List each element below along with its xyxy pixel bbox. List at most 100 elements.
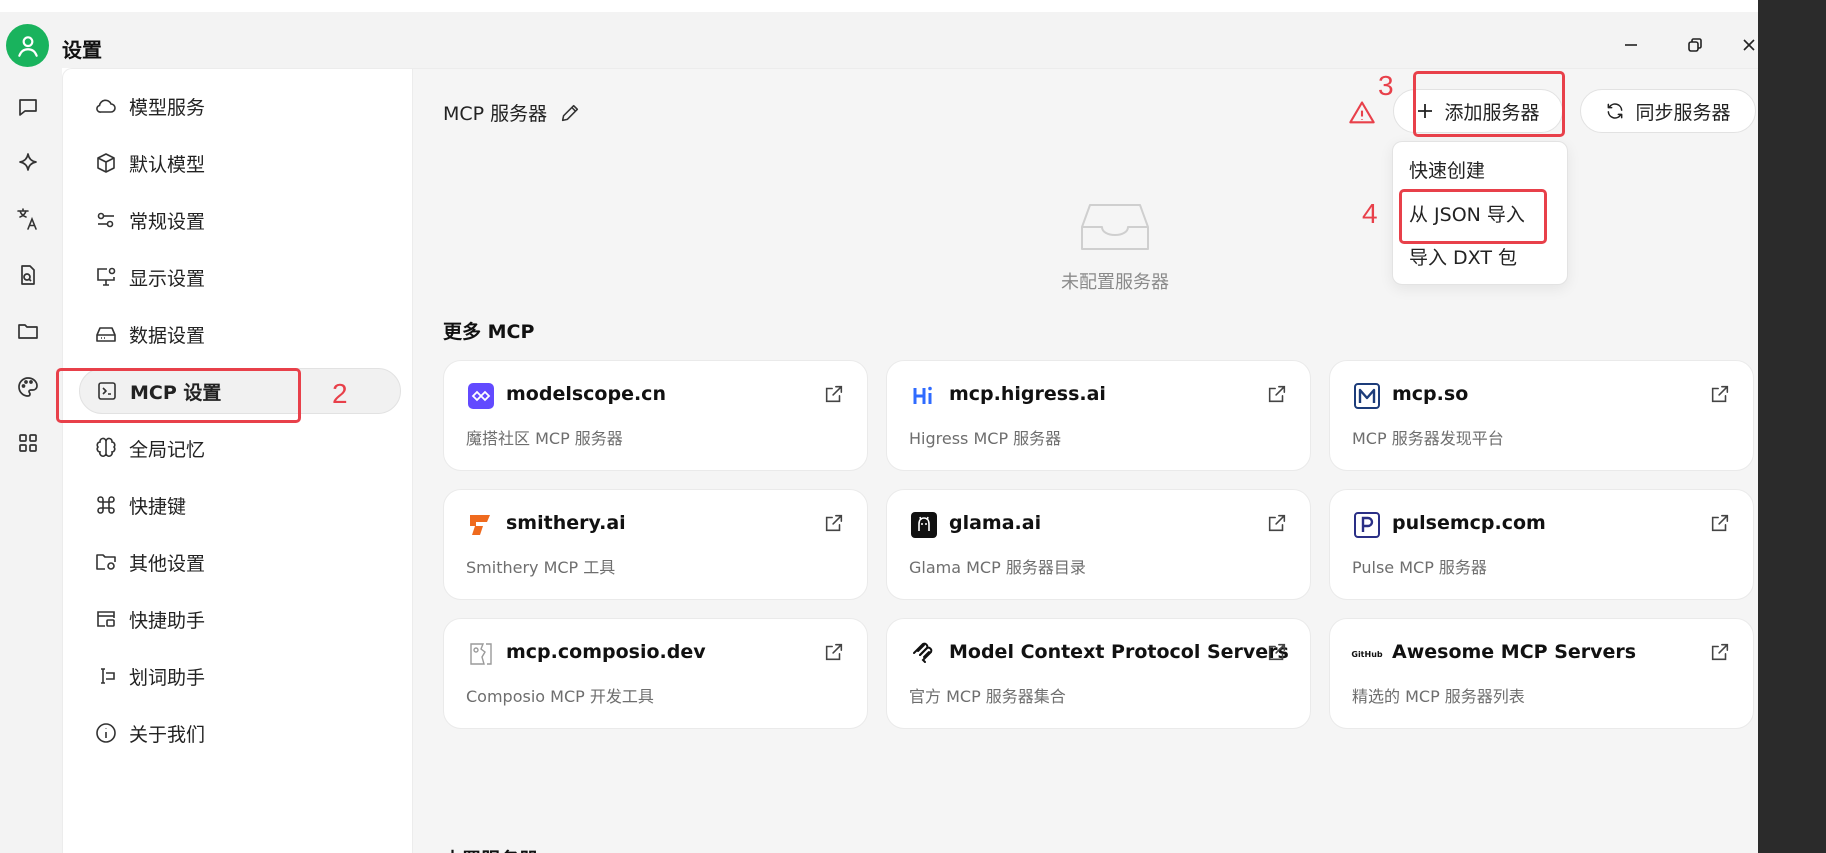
avatar[interactable]: [6, 24, 49, 67]
mcp-so-logo-icon: [1352, 381, 1382, 411]
sync-servers-label: 同步服务器: [1635, 101, 1731, 124]
theme-rail-button[interactable]: [13, 372, 43, 402]
mcp-card-glama[interactable]: glama.ai Glama MCP 服务器目录: [886, 489, 1311, 600]
external-link-icon[interactable]: [823, 641, 845, 663]
page-title-text: MCP 服务器: [443, 103, 548, 125]
mcp-card-higress[interactable]: mcp.higress.ai Higress MCP 服务器: [886, 360, 1311, 471]
sparkle-icon: [19, 153, 37, 171]
card-name: Awesome MCP Servers: [1392, 641, 1637, 663]
nav-item-display[interactable]: 显示设置: [79, 254, 401, 300]
mcp-card-mcp-so[interactable]: mcp.so MCP 服务器发现平台: [1329, 360, 1754, 471]
user-icon: [17, 35, 38, 57]
nav-item-default-model[interactable]: 默认模型: [79, 140, 401, 186]
mcp-card-awesome-mcp[interactable]: GitHub Awesome MCP Servers 精选的 MCP 服务器列表: [1329, 618, 1754, 729]
nav-item-selection-assistant[interactable]: 划词助手: [79, 653, 401, 699]
translate-icon: [17, 208, 37, 230]
translate-rail-button[interactable]: [13, 204, 43, 234]
nav-item-label: 快捷键: [129, 495, 187, 518]
annotation-number-2: 2: [332, 378, 348, 409]
glama-logo-icon: [909, 510, 939, 540]
grid-icon: [19, 434, 37, 452]
restore-button[interactable]: [1680, 30, 1710, 60]
nav-item-label: 其他设置: [129, 552, 206, 575]
nav-item-label: 划词助手: [129, 666, 206, 689]
nav-item-shortcuts[interactable]: 快捷键: [79, 482, 401, 528]
card-desc: MCP 服务器发现平台: [1352, 429, 1504, 448]
mcp-card-pulsemcp[interactable]: pulsemcp.com Pulse MCP 服务器: [1329, 489, 1754, 600]
app-window: 设置 模型服务 默认模型 常规设置 显示设置 数据设置 MCP 设置 全局记忆 …: [0, 0, 1826, 853]
nav-item-quick-assistant[interactable]: 快捷助手: [79, 596, 401, 642]
refresh-icon: [1608, 103, 1623, 119]
external-link-icon[interactable]: [823, 383, 845, 405]
nav-item-model-service[interactable]: 模型服务: [79, 83, 401, 129]
card-name: modelscope.cn: [506, 383, 666, 405]
chat-rail-button[interactable]: [13, 92, 43, 122]
cloud-icon: [93, 93, 119, 119]
card-desc: Composio MCP 开发工具: [466, 687, 654, 706]
folder-settings-icon: [93, 549, 119, 575]
palette-icon: [18, 377, 38, 397]
minimize-button[interactable]: [1616, 30, 1646, 60]
modelscope-logo-icon: [466, 381, 496, 411]
external-link-icon[interactable]: [1266, 383, 1288, 405]
external-link-icon[interactable]: [1266, 641, 1288, 663]
command-icon: [93, 492, 119, 518]
window-title: 设置: [62, 38, 102, 62]
mcp-logo-icon: [909, 639, 939, 669]
sliders-icon: [93, 207, 119, 233]
top-strip: [0, 0, 1758, 12]
mcp-card-model-context-protocol[interactable]: Model Context Protocol Servers 官方 MCP 服务…: [886, 618, 1311, 729]
nav-item-about[interactable]: 关于我们: [79, 710, 401, 756]
card-name: Model Context Protocol Servers: [949, 641, 1289, 663]
close-button[interactable]: [1740, 30, 1758, 60]
card-name: mcp.so: [1392, 383, 1469, 405]
card-desc: Glama MCP 服务器目录: [909, 558, 1086, 577]
text-cursor-icon: [93, 663, 119, 689]
card-desc: 魔搭社区 MCP 服务器: [466, 429, 623, 448]
broken-image-icon: [466, 639, 496, 669]
minimize-icon: [1625, 44, 1637, 46]
monitor-settings-icon: [93, 264, 119, 290]
external-link-icon[interactable]: [823, 512, 845, 534]
smithery-logo-icon: [466, 510, 496, 540]
pencil-icon[interactable]: [559, 102, 581, 124]
external-link-icon[interactable]: [1709, 383, 1731, 405]
chat-icon: [19, 99, 37, 116]
mcp-card-smithery[interactable]: smithery.ai Smithery MCP 工具: [443, 489, 868, 600]
nav-item-other[interactable]: 其他设置: [79, 539, 401, 585]
external-link-icon[interactable]: [1266, 512, 1288, 534]
pulsemcp-logo-icon: [1352, 510, 1382, 540]
nav-item-label: 常规设置: [129, 210, 206, 233]
page-title: MCP 服务器: [443, 99, 581, 126]
empty-state: 未配置服务器: [1040, 199, 1190, 294]
menu-item-quick-create[interactable]: 快速创建: [1409, 156, 1485, 183]
close-icon: [1743, 39, 1755, 51]
agents-rail-button[interactable]: [13, 148, 43, 178]
mcp-card-composio[interactable]: mcp.composio.dev Composio MCP 开发工具: [443, 618, 868, 729]
apps-rail-button[interactable]: [13, 428, 43, 458]
mcp-card-modelscope[interactable]: modelscope.cn 魔搭社区 MCP 服务器: [443, 360, 868, 471]
folder-icon: [18, 324, 38, 339]
warning-icon[interactable]: [1348, 99, 1376, 127]
restore-icon: [1688, 38, 1702, 52]
files-rail-button[interactable]: [13, 260, 43, 290]
builtin-servers-title: 内置服务器: [443, 845, 538, 853]
nav-item-data[interactable]: 数据设置: [79, 311, 401, 357]
settings-nav: 模型服务 默认模型 常规设置 显示设置 数据设置 MCP 设置 全局记忆 快捷键…: [62, 68, 413, 853]
card-desc: 官方 MCP 服务器集合: [909, 687, 1066, 706]
card-name: mcp.composio.dev: [506, 641, 706, 663]
folder-rail-button[interactable]: [13, 316, 43, 346]
menu-item-import-dxt[interactable]: 导入 DXT 包: [1409, 243, 1517, 270]
nav-item-general[interactable]: 常规设置: [79, 197, 401, 243]
external-link-icon[interactable]: [1709, 641, 1731, 663]
nav-item-memory[interactable]: 全局记忆: [79, 425, 401, 471]
annotation-number-4: 4: [1362, 198, 1378, 229]
nav-item-label: 默认模型: [129, 153, 206, 176]
sync-servers-button[interactable]: 同步服务器: [1580, 89, 1756, 133]
empty-state-label: 未配置服务器: [1061, 272, 1169, 293]
nav-item-label: 模型服务: [129, 96, 206, 119]
external-link-icon[interactable]: [1709, 512, 1731, 534]
info-icon: [93, 720, 119, 746]
annotation-box-add-server: [1413, 71, 1565, 137]
nav-item-label: 数据设置: [129, 324, 206, 347]
